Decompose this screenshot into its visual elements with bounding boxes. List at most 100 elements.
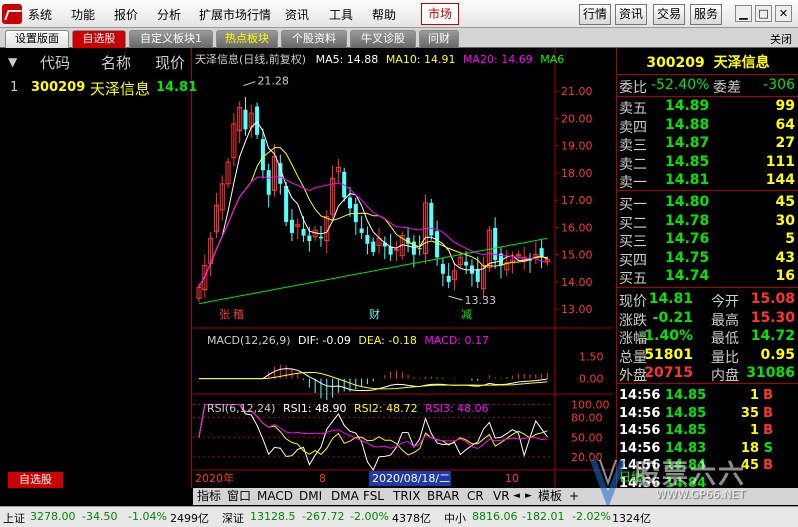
watermark-url: WWW.GP66.NET xyxy=(656,488,746,501)
sort-arrow-icon[interactable]: ▼ xyxy=(8,55,17,69)
stat-value: 31086 xyxy=(746,365,795,381)
tick-row[interactable]: 14:56 14.85 1 B xyxy=(619,388,797,406)
dif-label: DIF: -0.09 xyxy=(298,334,351,347)
rsi-tick-label: 100.00 xyxy=(571,399,610,412)
zx-label: 中小 xyxy=(444,512,466,525)
menu-extended-market[interactable]: 扩展市场行情 xyxy=(199,6,271,23)
kline-chart[interactable]: 21.00 20.00 19.00 18.00 17.00 16.00 15.00 14.00… xyxy=(193,48,613,488)
watchlist-bottom-tab[interactable]: 自选股 xyxy=(8,472,63,488)
tab-wencai[interactable]: 问财 xyxy=(419,30,459,48)
bid-level-3[interactable]: 买三 14.76 5 xyxy=(619,231,797,250)
ask-level-3-volume: 27 xyxy=(775,135,795,151)
stat-value: 14.81 xyxy=(648,291,693,307)
tab-trix[interactable]: TRIX xyxy=(393,488,420,505)
tab-stock-info[interactable]: 个股资料 xyxy=(281,30,347,48)
y-tick-label: 16.00 xyxy=(561,221,593,234)
trade-button[interactable]: 交易 xyxy=(653,4,685,25)
rsi1-label: RSI1: 48.90 xyxy=(282,402,347,415)
divider xyxy=(617,190,798,191)
tick-volume: 35 xyxy=(740,405,759,421)
tab-watchlist[interactable]: 自选股 xyxy=(72,30,126,48)
low-label: 13.33 xyxy=(464,294,496,307)
event-marker: 财 xyxy=(369,307,380,321)
tab-brar[interactable]: BRAR xyxy=(427,488,460,505)
tab-scroll-right-icon[interactable]: ► xyxy=(525,488,532,505)
candle-body xyxy=(435,231,440,258)
y-tick-label: 19.00 xyxy=(561,140,593,153)
tab-window[interactable]: 窗口 xyxy=(227,488,251,505)
menu-system[interactable]: 系统 xyxy=(28,6,52,23)
macd-label: MACD(12,26,9) xyxy=(207,334,291,347)
ask-level-4[interactable]: 卖四 14.88 64 xyxy=(619,116,797,136)
close-window-icon[interactable]: ✕ xyxy=(775,5,792,22)
tab-template[interactable]: 模板 xyxy=(538,488,562,505)
quote-button[interactable]: 行情 xyxy=(579,4,611,25)
ask-level-2[interactable]: 卖二 14.85 111 xyxy=(619,153,797,173)
candle-body xyxy=(347,197,353,209)
candle-body xyxy=(266,170,271,195)
sz-label: 深证 xyxy=(222,512,244,525)
menu-quote[interactable]: 报价 xyxy=(114,6,138,23)
tab-dmi[interactable]: DMI xyxy=(299,488,322,505)
stat-label: 今开 xyxy=(711,294,739,310)
ask-level-5[interactable]: 卖五 14.89 99 xyxy=(619,98,797,117)
menu-news[interactable]: 资讯 xyxy=(285,6,309,23)
chart-area[interactable]: 21.00 20.00 19.00 18.00 17.00 16.00 15.00 14.00… xyxy=(193,48,613,488)
tab-dma[interactable]: DMA xyxy=(331,488,359,505)
webi-label: 委比 xyxy=(619,80,647,96)
x-tick-label: 2020年 xyxy=(195,471,234,485)
tab-macd[interactable]: MACD xyxy=(257,488,293,505)
tab-cr[interactable]: CR xyxy=(467,488,484,505)
service-button[interactable]: 服务 xyxy=(690,4,722,25)
watermark: 股票六六 WWW.GP66.NET xyxy=(578,452,798,507)
menu-help[interactable]: 帮助 xyxy=(372,6,396,23)
stat-label: 外盘 xyxy=(619,368,647,384)
tick-row[interactable]: 14:56 14.85 1 B xyxy=(619,423,797,441)
tick-direction: B xyxy=(763,388,773,403)
bid-level-2-label: 买二 xyxy=(619,215,647,232)
col-code-header[interactable]: 代码 xyxy=(40,52,70,73)
list-item[interactable]: 1 300209 天泽信息 14.81 xyxy=(0,78,197,98)
menu-analysis[interactable]: 分析 xyxy=(157,6,181,23)
tick-row[interactable]: 14:56 14.85 35 B xyxy=(619,406,797,424)
bid-level-2-price: 14.78 xyxy=(665,212,710,229)
minimize-icon[interactable]: ▁ xyxy=(735,5,752,22)
tab-indicator[interactable]: 指标 xyxy=(197,488,221,505)
ask-level-1-volume: 144 xyxy=(765,172,795,188)
menu-function[interactable]: 功能 xyxy=(71,6,95,23)
stat-value: 0.95 xyxy=(760,346,795,363)
market-button[interactable]: 市场 xyxy=(421,3,459,25)
tab-fsl[interactable]: FSL xyxy=(363,488,384,505)
maximize-icon[interactable]: □ xyxy=(755,5,772,22)
close-button[interactable]: 关闭 xyxy=(770,31,792,47)
stat-label: 现价 xyxy=(619,294,647,310)
ask-level-1[interactable]: 卖一 14.81 144 xyxy=(619,172,797,191)
ask-level-2-price: 14.85 xyxy=(665,153,710,170)
bid-level-1[interactable]: 买一 14.80 45 xyxy=(619,194,797,213)
bid-level-4[interactable]: 买四 14.75 43 xyxy=(619,250,797,269)
bid-level-5-label: 买五 xyxy=(619,271,647,287)
rsi-legend: RSI(6,12,24) RSI1: 48.90 RSI2: 48.72 RSI… xyxy=(207,402,489,415)
tab-layout-settings[interactable]: 设置版面 xyxy=(5,30,69,48)
ask-level-3[interactable]: 卖三 14.87 27 xyxy=(619,135,797,154)
menu-tools[interactable]: 工具 xyxy=(329,6,353,23)
tab-vr[interactable]: VR xyxy=(493,488,510,505)
y-tick-label: 14.00 xyxy=(561,276,593,289)
tab-stock-diagnosis[interactable]: 牛叉诊股 xyxy=(350,30,416,48)
col-name-header[interactable]: 名称 xyxy=(101,52,131,73)
tab-scroll-left-icon[interactable]: ◄ xyxy=(513,488,520,505)
tab-custom-block[interactable]: 自定义板块1 xyxy=(129,30,213,48)
event-marker: 减 xyxy=(461,308,472,321)
bid-level-2[interactable]: 买二 14.78 30 xyxy=(619,212,797,232)
ask-level-5-label: 卖五 xyxy=(619,101,647,117)
wecha-value: -306 xyxy=(763,77,795,93)
col-price-header[interactable]: 现价 xyxy=(155,52,185,73)
news-button[interactable]: 资讯 xyxy=(615,4,647,25)
webi-value: -52.40% xyxy=(651,77,710,93)
bid-level-5[interactable]: 买五 14.74 16 xyxy=(619,268,797,287)
tick-direction: B xyxy=(763,405,773,421)
wecha-label: 委差 xyxy=(713,80,741,96)
ask-level-4-volume: 64 xyxy=(775,116,795,133)
tab-hot-block[interactable]: 热点板块 xyxy=(216,30,278,48)
row-name: 天泽信息 xyxy=(90,80,151,98)
